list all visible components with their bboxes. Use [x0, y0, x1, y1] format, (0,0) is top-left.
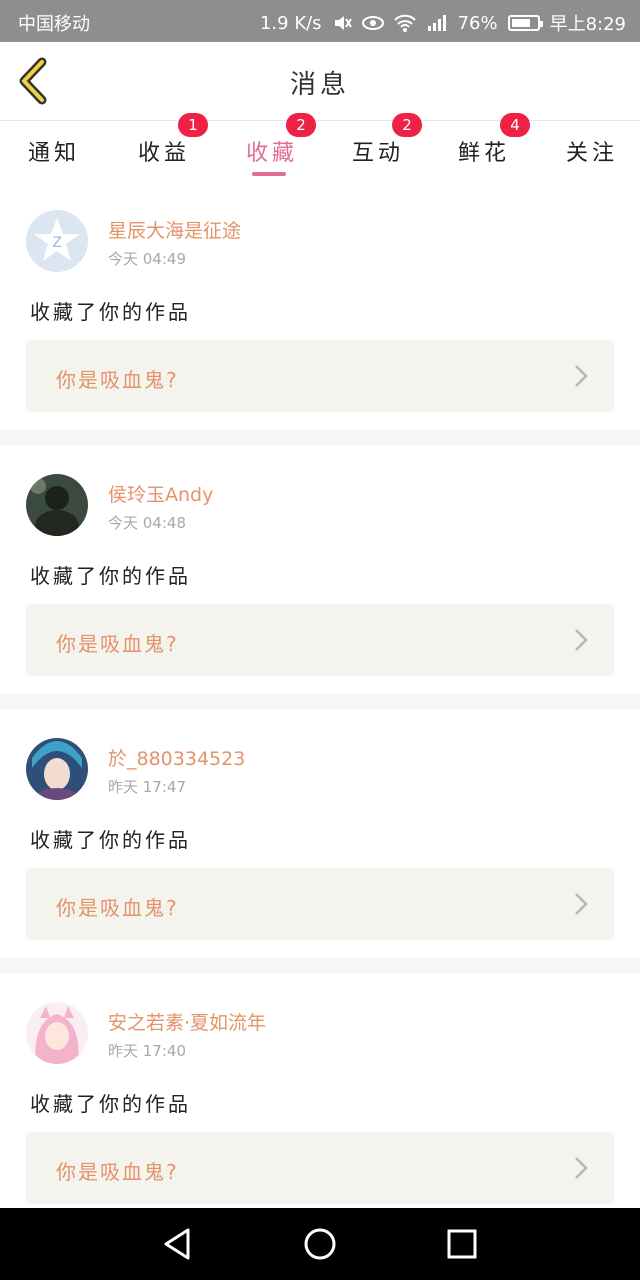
list-item: 侯玲玉Andy 今天 04:48 收藏了你的作品 你是吸血鬼?	[0, 446, 640, 694]
unread-badge: 2	[286, 113, 316, 137]
wifi-icon	[393, 14, 416, 32]
unread-badge: 1	[178, 113, 208, 137]
active-tab-indicator	[252, 172, 286, 176]
tab-label: 互动	[352, 141, 405, 166]
chevron-right-icon	[575, 629, 588, 651]
list-item: 於_880334523 昨天 17:47 收藏了你的作品 你是吸血鬼?	[0, 710, 640, 958]
tab-label: 收藏	[246, 141, 299, 166]
user-avatar-image	[26, 474, 88, 536]
carrier-label: 中国移动	[18, 14, 90, 35]
action-text: 收藏了你的作品	[30, 1092, 191, 1116]
eye-icon	[361, 16, 384, 30]
tab-label: 通知	[28, 141, 81, 166]
message-list[interactable]: Z 星辰大海是征途 今天 04:49 收藏了你的作品 你是吸血鬼? 侯玲玉And…	[0, 182, 640, 1208]
action-text: 收藏了你的作品	[30, 300, 191, 324]
chevron-right-icon	[575, 365, 588, 387]
user-avatar-image	[26, 1002, 88, 1064]
net-speed: 1.9 K/s	[259, 12, 322, 34]
avatar[interactable]	[26, 1002, 88, 1064]
user-name[interactable]: 於_880334523	[108, 744, 245, 771]
default-avatar-icon: Z	[26, 210, 88, 272]
timestamp: 今天 04:48	[108, 514, 186, 532]
user-name[interactable]: 安之若素·夏如流年	[108, 1008, 266, 1035]
header: 消息	[0, 42, 640, 120]
status-icons: 1.9 K/s 76% 早上8:29	[260, 10, 626, 36]
work-link[interactable]: 你是吸血鬼?	[26, 604, 614, 676]
svg-text:Z: Z	[52, 235, 62, 251]
avatar[interactable]	[26, 474, 88, 536]
work-link[interactable]: 你是吸血鬼?	[26, 868, 614, 940]
status-bar: 中国移动 1.9 K/s 76% 早上8:29	[0, 0, 640, 42]
avatar[interactable]: Z	[26, 210, 88, 272]
clock: 早上8:29	[549, 14, 626, 35]
battery-percent: 76%	[457, 12, 498, 34]
tab-label: 鲜花	[458, 141, 511, 166]
work-title: 你是吸血鬼?	[56, 368, 179, 392]
timestamp: 今天 04:49	[108, 250, 186, 268]
battery-icon	[507, 15, 543, 31]
divider	[0, 430, 640, 446]
mute-icon	[334, 16, 352, 30]
chevron-right-icon	[575, 1157, 588, 1179]
unread-badge: 2	[392, 113, 422, 137]
avatar[interactable]	[26, 738, 88, 800]
back-triangle-icon[interactable]	[160, 1226, 196, 1262]
divider	[0, 694, 640, 710]
action-text: 收藏了你的作品	[30, 564, 191, 588]
tab-label: 收益	[138, 141, 191, 166]
unread-badge: 4	[500, 113, 530, 137]
list-item: 安之若素·夏如流年 昨天 17:40 收藏了你的作品 你是吸血鬼?	[0, 974, 640, 1208]
timestamp: 昨天 17:40	[108, 1042, 186, 1060]
signal-icon	[427, 15, 446, 31]
work-title: 你是吸血鬼?	[56, 1160, 179, 1184]
user-avatar-image	[26, 738, 88, 800]
chevron-right-icon	[575, 893, 588, 915]
action-text: 收藏了你的作品	[30, 828, 191, 852]
timestamp: 昨天 17:47	[108, 778, 186, 796]
work-link[interactable]: 你是吸血鬼?	[26, 340, 614, 412]
user-name[interactable]: 侯玲玉Andy	[108, 480, 213, 507]
work-link[interactable]: 你是吸血鬼?	[26, 1132, 614, 1204]
tab-label: 关注	[566, 141, 619, 166]
work-title: 你是吸血鬼?	[56, 632, 179, 656]
list-item: Z 星辰大海是征途 今天 04:49 收藏了你的作品 你是吸血鬼?	[0, 182, 640, 430]
system-nav-bar	[0, 1208, 640, 1280]
page-title: 消息	[289, 70, 350, 100]
user-name[interactable]: 星辰大海是征途	[108, 216, 241, 243]
divider	[0, 958, 640, 974]
recents-square-icon[interactable]	[444, 1226, 480, 1262]
tab-bar: 通知 收益 1 收藏 2 互动 2 鲜花 4 关注	[0, 113, 640, 182]
work-title: 你是吸血鬼?	[56, 896, 179, 920]
home-circle-icon[interactable]	[302, 1226, 338, 1262]
